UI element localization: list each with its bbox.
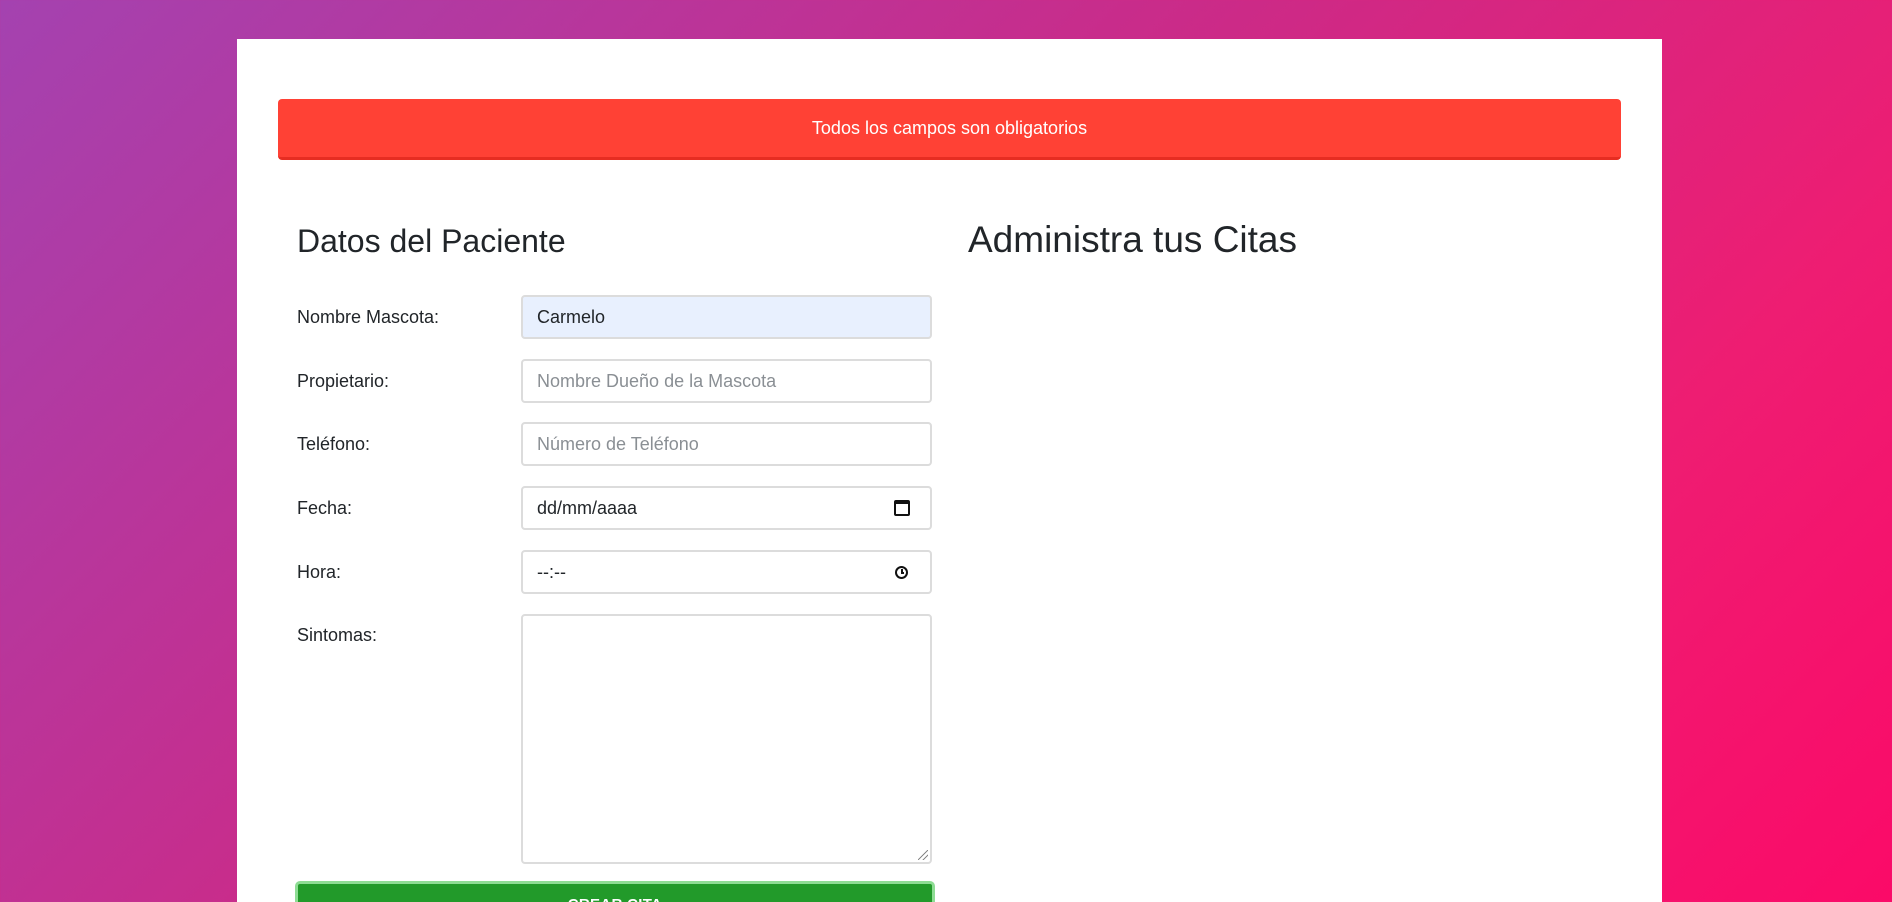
phone-input[interactable] [521,422,932,466]
date-input-value: dd/mm/aaaa [537,497,638,518]
time-input[interactable]: --:-- [521,550,932,594]
phone-label: Teléfono: [297,434,371,454]
owner-label: Propietario: [297,371,390,391]
symptoms-label: Sintomas: [297,625,378,645]
pet-name-label: Nombre Mascota: [297,307,440,327]
clock-icon[interactable] [895,565,908,579]
symptoms-textarea[interactable] [521,614,932,864]
appointments-heading: Administra tus Citas [968,219,1297,260]
date-input[interactable]: dd/mm/aaaa [521,486,932,530]
main-card: Todos los campos son obligatorios Admini… [237,39,1662,902]
time-label: Hora: [297,562,342,582]
patient-form: Datos del Paciente Nombre Mascota: Propi… [295,39,937,902]
create-appointment-button[interactable]: CREAR CITA [295,881,935,902]
pet-name-input[interactable] [521,295,932,339]
time-input-value: --:-- [537,561,566,582]
owner-input[interactable] [521,359,932,403]
calendar-icon[interactable] [894,500,910,516]
patient-form-heading: Datos del Paciente [297,223,566,259]
resize-handle-icon[interactable] [918,850,928,860]
date-label: Fecha: [297,498,353,518]
